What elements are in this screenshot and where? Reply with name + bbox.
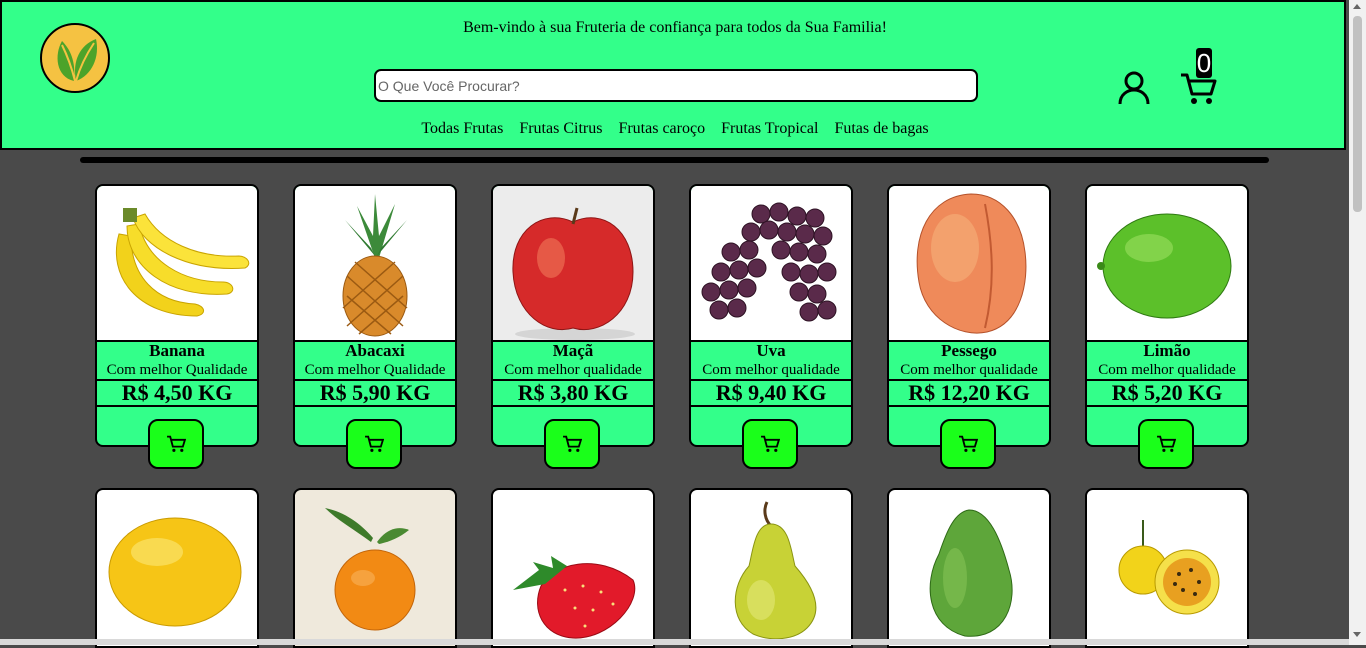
product-card: Limão Com melhor qualidade R$ 5,20 KG bbox=[1085, 184, 1249, 469]
nav-frutas-caroco[interactable]: Frutas caroço bbox=[618, 120, 705, 137]
product-card: Abacaxi Com melhor Qualidade R$ 5,90 KG bbox=[293, 184, 457, 469]
nav-todas-frutas[interactable]: Todas Frutas bbox=[421, 120, 503, 137]
lime-image bbox=[1087, 186, 1247, 342]
product-desc: Com melhor qualidade bbox=[900, 362, 1038, 378]
peach-image bbox=[889, 186, 1049, 342]
cart-icon bbox=[167, 435, 186, 452]
cart-icon bbox=[761, 435, 780, 452]
product-name: Pessego bbox=[941, 341, 997, 360]
site-header: Bem-vindo à sua Fruteria de confiança pa… bbox=[0, 0, 1346, 150]
product-desc: Com melhor Qualidade bbox=[106, 362, 248, 378]
product-card: Maçã Com melhor qualidade R$ 3,80 KG bbox=[491, 184, 655, 469]
cart-icon bbox=[365, 435, 384, 452]
product-price: R$ 5,90 KG bbox=[295, 379, 455, 407]
pineapple-image bbox=[295, 186, 455, 342]
scroll-up-arrow-icon[interactable] bbox=[1353, 4, 1361, 9]
product-name: Limão bbox=[1143, 341, 1191, 360]
product-price: R$ 12,20 KG bbox=[889, 379, 1049, 407]
welcome-message: Bem-vindo à sua Fruteria de confiança pa… bbox=[463, 19, 887, 36]
product-price: R$ 9,40 KG bbox=[691, 379, 851, 407]
orange-image bbox=[325, 508, 416, 631]
melon-image bbox=[108, 517, 242, 627]
product-card: Pessego Com melhor qualidade R$ 12,20 KG bbox=[887, 184, 1051, 469]
product-name: Banana bbox=[149, 341, 205, 360]
add-to-cart-button[interactable] bbox=[346, 419, 402, 469]
passion-fruit-image bbox=[1118, 520, 1220, 615]
add-to-cart-button[interactable] bbox=[742, 419, 798, 469]
cart-icon bbox=[1157, 435, 1176, 452]
horizontal-scrollbar[interactable] bbox=[0, 639, 1349, 645]
product-card-passion-fruit bbox=[1085, 488, 1249, 648]
nav-frutas-bagas[interactable]: Futas de bagas bbox=[834, 120, 928, 137]
product-desc: Com melhor qualidade bbox=[1098, 362, 1236, 378]
product-card: Banana Com melhor Qualidade R$ 4,50 KG bbox=[95, 184, 259, 469]
user-icon[interactable] bbox=[1116, 70, 1152, 106]
product-card-avocado bbox=[887, 488, 1051, 648]
cart-icon bbox=[959, 435, 978, 452]
cart-icon bbox=[563, 435, 582, 452]
product-card-melon bbox=[95, 488, 259, 648]
strawberry-image bbox=[513, 556, 636, 639]
add-to-cart-button[interactable] bbox=[544, 419, 600, 469]
scrollbar-thumb[interactable] bbox=[1353, 16, 1362, 212]
product-card-orange bbox=[293, 488, 457, 648]
search-input[interactable] bbox=[374, 69, 978, 102]
product-price: R$ 4,50 KG bbox=[97, 379, 257, 407]
product-name: Uva bbox=[756, 341, 786, 360]
product-price: R$ 5,20 KG bbox=[1087, 379, 1247, 407]
banana-image bbox=[97, 186, 257, 342]
product-name: Maçã bbox=[552, 341, 594, 360]
vertical-scrollbar[interactable] bbox=[1349, 0, 1366, 645]
product-name: Abacaxi bbox=[345, 341, 405, 360]
product-desc: Com melhor Qualidade bbox=[304, 362, 446, 378]
add-to-cart-button[interactable] bbox=[148, 419, 204, 469]
product-card: Uva Com melhor qualidade R$ 9,40 KG bbox=[689, 184, 853, 469]
add-to-cart-button[interactable] bbox=[940, 419, 996, 469]
section-divider bbox=[80, 157, 1269, 163]
category-nav: Todas Frutas Frutas Citrus Frutas caroço… bbox=[2, 120, 1348, 138]
grapes-image bbox=[691, 186, 851, 342]
product-desc: Com melhor qualidade bbox=[504, 362, 642, 378]
scroll-down-arrow-icon[interactable] bbox=[1353, 632, 1361, 637]
product-desc: Com melhor qualidade bbox=[702, 362, 840, 378]
nav-frutas-citrus[interactable]: Frutas Citrus bbox=[519, 120, 602, 137]
product-card-strawberry bbox=[491, 488, 655, 648]
add-to-cart-button[interactable] bbox=[1138, 419, 1194, 469]
product-card-pear bbox=[689, 488, 853, 648]
cart-count-badge: 0 bbox=[1196, 48, 1212, 78]
nav-frutas-tropical[interactable]: Frutas Tropical bbox=[721, 120, 818, 137]
pear-image bbox=[734, 501, 817, 640]
avocado-image bbox=[929, 509, 1013, 637]
product-price: R$ 3,80 KG bbox=[493, 379, 653, 407]
apple-image bbox=[493, 186, 653, 342]
